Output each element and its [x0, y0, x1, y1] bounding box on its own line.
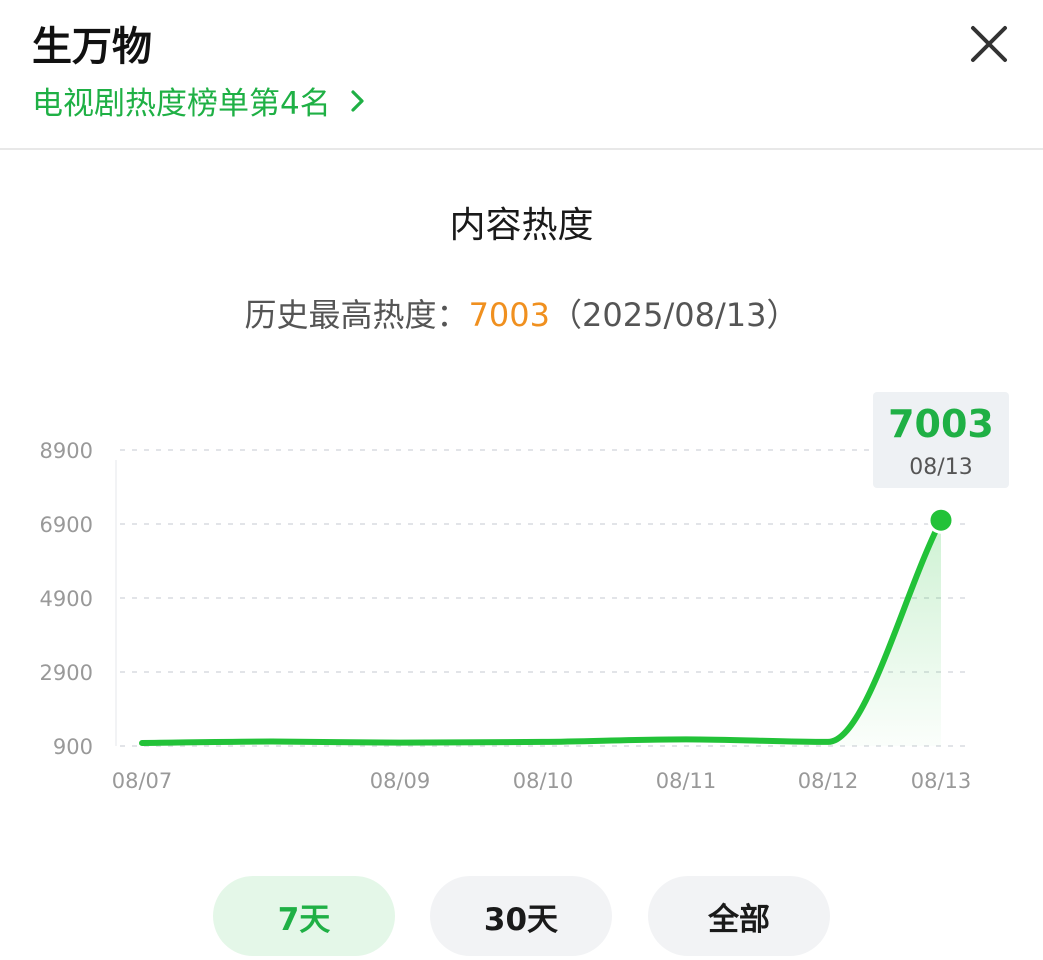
- heat-line: [139, 517, 944, 747]
- section-title: 内容热度: [449, 205, 594, 246]
- y-tick-label: 8900: [40, 439, 93, 463]
- x-tick-label: 08/11: [656, 769, 717, 793]
- tooltip-value: 7003: [888, 402, 994, 446]
- x-tick-label: 08/10: [513, 769, 574, 793]
- close-icon[interactable]: [969, 24, 1009, 64]
- y-tick-label: 2900: [40, 661, 93, 685]
- y-tick-label: 6900: [40, 513, 93, 537]
- x-tick-label: 08/12: [798, 769, 859, 793]
- x-tick-label: 08/09: [370, 769, 431, 793]
- tooltip-date: 08/13: [909, 455, 972, 480]
- peak-date: （2025/08/13）: [550, 296, 799, 334]
- x-tick-label: 08/13: [911, 769, 972, 793]
- heat-chart: 900 2900 4900 6900 8900 08/07 08/09 08/10 08/11…: [40, 392, 1009, 793]
- show-title: 生万物: [32, 24, 152, 70]
- peak-tooltip: 7003 08/13: [873, 392, 1009, 488]
- peak-label: 历史最高热度：: [244, 296, 469, 334]
- y-tick-label: 900: [53, 735, 93, 759]
- header-divider: [0, 148, 1043, 150]
- range-30-days-button[interactable]: 30天: [430, 876, 612, 956]
- ranking-link-label: 电视剧热度榜单第4名: [32, 86, 331, 122]
- peak-heat: 历史最高热度：7003（2025/08/13）: [0, 290, 1043, 336]
- header: 生万物 电视剧热度榜单第4名: [0, 0, 1043, 148]
- range-all-button[interactable]: 全部: [648, 876, 830, 956]
- range-7-days-button[interactable]: 7天: [213, 876, 395, 956]
- peak-value: 7003: [468, 296, 550, 334]
- chevron-right-icon: [351, 89, 364, 112]
- x-tick-label: 08/07: [112, 769, 173, 793]
- ranking-link[interactable]: 电视剧热度榜单第4名: [32, 78, 369, 123]
- peak-point: [927, 506, 955, 534]
- y-tick-label: 4900: [40, 587, 93, 611]
